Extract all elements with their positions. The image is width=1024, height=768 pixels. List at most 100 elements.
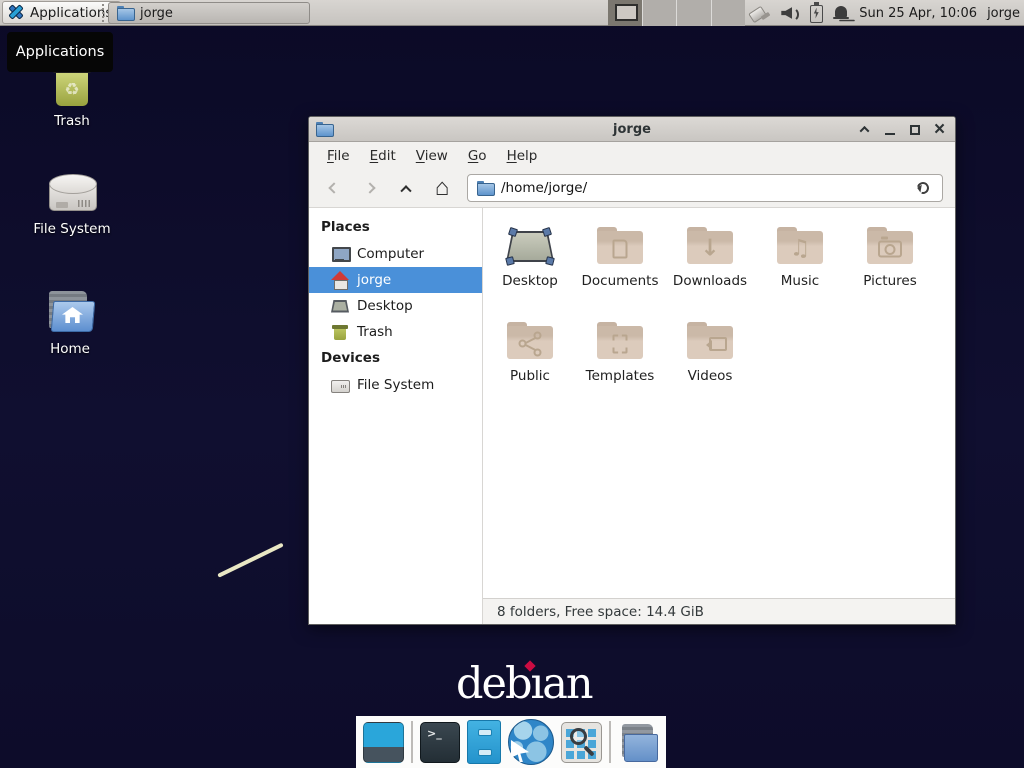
taskbar-window-button[interactable]: jorge xyxy=(108,2,310,24)
cursor-glyph xyxy=(511,740,529,762)
workspace-4[interactable] xyxy=(712,0,746,26)
folder-label: Videos xyxy=(688,368,733,384)
trash-icon xyxy=(331,324,349,341)
forward-icon xyxy=(364,182,375,193)
reload-button[interactable] xyxy=(915,179,933,197)
menu-edit[interactable]: Edit xyxy=(360,144,406,168)
menu-help[interactable]: Help xyxy=(497,144,548,168)
address-text[interactable]: /home/jorge/ xyxy=(501,180,907,196)
folder-item-public[interactable]: Public xyxy=(485,317,575,412)
window-titlebar[interactable]: jorge xyxy=(309,117,955,142)
status-text: 8 folders, Free space: 14.4 GiB xyxy=(497,604,704,620)
panel-tray: Sun 25 Apr, 10:06 jorge xyxy=(749,0,1020,26)
sidebar-item-computer[interactable]: Computer xyxy=(309,241,482,267)
folder-item-desktop[interactable]: Desktop xyxy=(485,222,575,317)
taskbar-handle[interactable] xyxy=(102,4,105,22)
terminal-icon[interactable] xyxy=(420,722,460,763)
folder-label: Documents xyxy=(582,273,659,289)
sidebar-item-file-system[interactable]: File System xyxy=(309,372,482,398)
folder-label: Templates xyxy=(586,368,655,384)
desktop-icon-home[interactable]: Home xyxy=(16,288,124,357)
maximize-icon xyxy=(910,125,920,135)
folder-pictures-icon xyxy=(866,222,914,270)
home-button[interactable] xyxy=(425,173,459,203)
sidebar-item-desktop[interactable]: Desktop xyxy=(309,293,482,319)
notifications-bell-icon[interactable] xyxy=(833,5,849,21)
maximize-button[interactable] xyxy=(904,119,925,140)
folder-label: Downloads xyxy=(673,273,747,289)
folder-item-pictures[interactable]: Pictures xyxy=(845,222,935,317)
folder-public-icon xyxy=(506,317,554,365)
show-desktop-icon[interactable] xyxy=(363,722,404,763)
debian-logo: debıan xyxy=(456,659,586,709)
desktop-icon-file-system[interactable]: File System xyxy=(18,168,126,237)
desktop-icon-label: Home xyxy=(50,341,90,357)
panel-clock[interactable]: Sun 25 Apr, 10:06 xyxy=(859,6,977,21)
desktop-icon-label: Trash xyxy=(54,113,90,129)
status-bar: 8 folders, Free space: 14.4 GiB xyxy=(483,598,955,624)
folder-item-documents[interactable]: Documents xyxy=(575,222,665,317)
drive-icon xyxy=(331,377,349,394)
address-folder-icon xyxy=(477,181,493,195)
top-panel: Applications jorge Sun 25 Apr, 10:06 jor… xyxy=(0,0,1024,26)
folder-templates-icon xyxy=(596,317,644,365)
debian-logo-text: debıan xyxy=(456,659,592,709)
panel-username[interactable]: jorge xyxy=(987,6,1020,21)
applications-tooltip: Applications xyxy=(7,32,113,72)
computer-icon xyxy=(331,246,349,263)
forward-button[interactable] xyxy=(353,173,387,203)
file-cabinet-icon[interactable] xyxy=(467,720,501,764)
folder-label: Desktop xyxy=(502,273,558,289)
window-body: Places Computer jorge Desktop Trash Devi… xyxy=(309,208,955,624)
folder-item-videos[interactable]: Videos xyxy=(665,317,755,412)
sidebar-item-label: jorge xyxy=(357,272,391,288)
up-icon xyxy=(400,185,411,196)
sidebar-item-jorge[interactable]: jorge xyxy=(309,267,482,293)
workspace-1[interactable] xyxy=(608,0,643,26)
sidebar-item-trash[interactable]: Trash xyxy=(309,319,482,345)
menu-bar: File Edit View Go Help xyxy=(309,142,955,169)
window-controls xyxy=(854,117,950,142)
house-glyph xyxy=(62,307,83,323)
sidebar-item-label: File System xyxy=(357,377,434,393)
battery-charging-icon[interactable] xyxy=(810,5,823,23)
volume-icon[interactable] xyxy=(781,5,800,21)
workspace-switcher xyxy=(608,0,745,26)
xfce-logo-icon xyxy=(7,4,25,21)
back-button[interactable] xyxy=(317,173,351,203)
shade-button[interactable] xyxy=(854,119,875,140)
address-bar[interactable]: /home/jorge/ xyxy=(467,174,943,202)
home-icon xyxy=(331,272,349,289)
folder-label: Pictures xyxy=(863,273,916,289)
applications-menu-label: Applications xyxy=(30,5,112,21)
folder-documents-icon xyxy=(596,222,644,270)
wallpaper-line-artifact xyxy=(217,543,283,578)
web-browser-icon[interactable] xyxy=(508,719,554,765)
up-button[interactable] xyxy=(389,173,423,203)
navigation-toolbar: /home/jorge/ xyxy=(309,169,955,208)
menu-view[interactable]: View xyxy=(406,144,458,168)
folder-music-icon xyxy=(776,222,824,270)
minimize-button[interactable] xyxy=(879,119,900,140)
desktop-icon-label: File System xyxy=(33,221,110,237)
folder-label: Music xyxy=(781,273,819,289)
folder-item-downloads[interactable]: Downloads xyxy=(665,222,755,317)
tray-tool-icon[interactable] xyxy=(749,4,771,22)
desktop-special-icon xyxy=(506,222,554,270)
file-icon-view: Desktop Documents Downloads Music Pictur… xyxy=(483,208,955,598)
workspace-3[interactable] xyxy=(677,0,712,26)
menu-file[interactable]: File xyxy=(317,144,360,168)
folder-item-templates[interactable]: Templates xyxy=(575,317,665,412)
workspace-2[interactable] xyxy=(643,0,678,26)
file-folder-icon[interactable] xyxy=(618,722,658,762)
sidebar-places-header: Places xyxy=(309,214,482,241)
close-button[interactable] xyxy=(929,119,950,140)
dock-separator xyxy=(411,721,413,763)
folder-icon xyxy=(117,6,133,20)
folder-downloads-icon xyxy=(686,222,734,270)
folder-item-music[interactable]: Music xyxy=(755,222,845,317)
application-finder-icon[interactable] xyxy=(561,722,602,763)
file-view-column: Desktop Documents Downloads Music Pictur… xyxy=(483,208,955,624)
menu-go[interactable]: Go xyxy=(458,144,497,168)
magnifier-glyph xyxy=(570,728,587,745)
